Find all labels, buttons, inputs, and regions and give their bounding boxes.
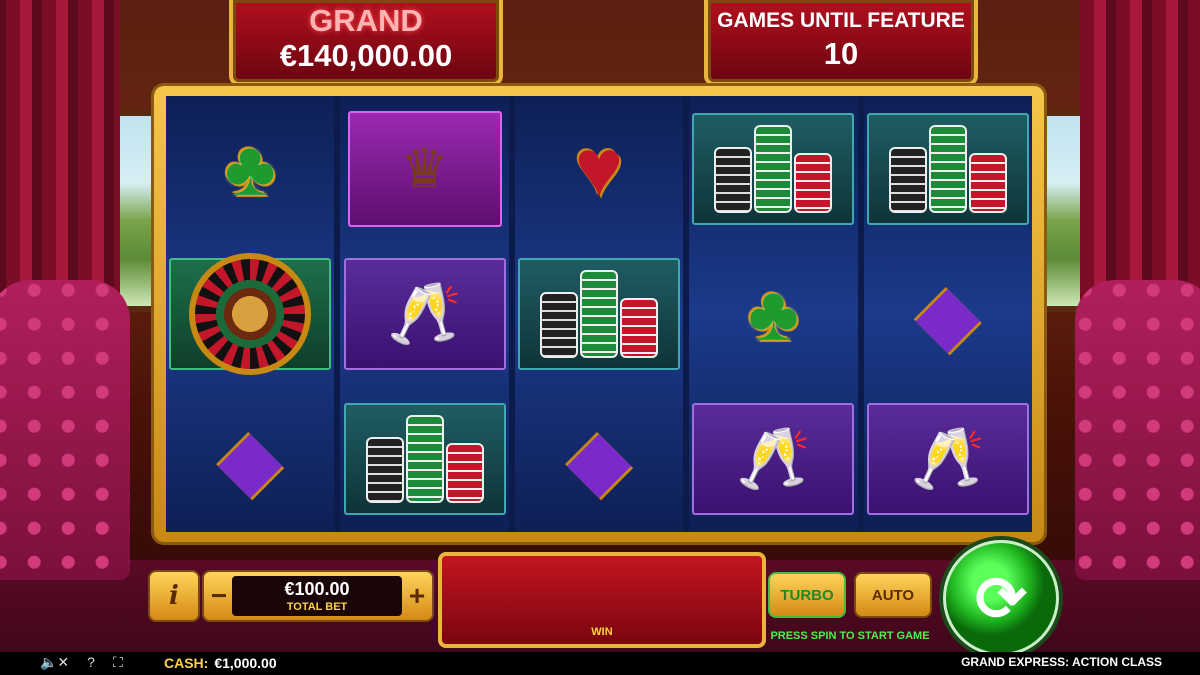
- reel-cell: ◆: [166, 386, 334, 531]
- club-symbol: ♣: [747, 269, 800, 357]
- diamond-symbol: ◆: [566, 411, 632, 506]
- info-button[interactable]: i: [148, 570, 200, 622]
- reel-cell: ♣: [689, 241, 857, 386]
- win-display: WIN: [438, 552, 766, 648]
- lady-symbol: ♛: [347, 110, 502, 227]
- reel-cell: 🥂: [864, 386, 1032, 531]
- reel: ◆ 🥂: [863, 96, 1033, 532]
- chips-symbol: [692, 112, 855, 225]
- game-title: GRAND EXPRESS: ACTION CLASS: [961, 655, 1162, 669]
- control-bar: i − €100.00 TOTAL BET + WIN TURBO AUTO: [148, 552, 932, 648]
- reel-cell: ♥: [515, 96, 683, 241]
- win-label: WIN: [591, 626, 613, 638]
- champagne-symbol: 🥂: [343, 257, 506, 370]
- reel-cell: 🥂: [689, 386, 857, 531]
- turbo-button[interactable]: TURBO: [768, 572, 846, 618]
- total-bet-label: TOTAL BET: [286, 601, 348, 613]
- champagne-symbol: 🥂: [866, 402, 1029, 515]
- help-icon[interactable]: ?: [87, 654, 95, 671]
- reel: ♣ 🥂: [689, 96, 858, 532]
- bet-decrease-button[interactable]: −: [206, 578, 232, 614]
- game-background: GRAND €140,000.00 GAMES UNTIL FEATURE 10…: [0, 0, 1200, 675]
- bet-increase-button[interactable]: +: [404, 578, 430, 614]
- roulette-symbol: [169, 252, 332, 375]
- bet-selector: − €100.00 TOTAL BET +: [202, 570, 434, 622]
- fullscreen-icon[interactable]: ⛶: [113, 654, 123, 671]
- auto-button[interactable]: AUTO: [854, 572, 932, 618]
- reel-cell: [515, 241, 683, 386]
- status-icons: 🔈✕ ? ⛶: [40, 654, 123, 671]
- status-bar: 🔈✕ ? ⛶ CASH: €1,000.00 GRAND EXPRESS: ACT…: [0, 652, 1200, 675]
- reel-cell: ◆: [515, 386, 683, 531]
- reel-cell: [166, 241, 334, 386]
- reel-cell: 🥂: [340, 241, 508, 386]
- club-symbol: ♣: [224, 124, 276, 212]
- cash-label: CASH:: [164, 655, 209, 671]
- seat-left: [0, 280, 130, 580]
- grand-jackpot-amount: €140,000.00: [279, 38, 453, 73]
- spin-prompt: PRESS SPIN TO START GAME: [770, 630, 930, 642]
- heart-symbol: ♥: [574, 122, 624, 214]
- reel: ♣ ◆: [166, 96, 335, 532]
- reel-cell: ♣: [166, 96, 334, 241]
- chips-symbol: [518, 257, 681, 370]
- refresh-icon: ⟳: [975, 564, 1027, 634]
- reel-cell: [340, 386, 508, 531]
- diamond-symbol: ◆: [915, 266, 981, 361]
- bet-display: €100.00 TOTAL BET: [232, 576, 402, 616]
- reel-cell: ◆: [864, 241, 1032, 386]
- grand-jackpot-label: GRAND: [309, 3, 423, 38]
- champagne-symbol: 🥂: [692, 402, 855, 515]
- grand-jackpot-panel: GRAND €140,000.00: [229, 0, 503, 86]
- reel: ♛ 🥂: [340, 96, 509, 532]
- mute-icon[interactable]: 🔈✕: [40, 654, 69, 671]
- reel: ♥ ◆: [514, 96, 684, 532]
- diamond-symbol: ◆: [217, 411, 283, 506]
- cash-value: €1,000.00: [214, 655, 277, 671]
- reel-cell: [864, 96, 1032, 241]
- chips-symbol: [866, 112, 1029, 225]
- chips-symbol: [343, 402, 506, 515]
- total-bet-value: €100.00: [284, 579, 350, 599]
- feature-counter-label: GAMES UNTIL FEATURE: [717, 9, 965, 32]
- seat-right: [1075, 280, 1200, 580]
- cash-display: CASH: €1,000.00: [164, 655, 277, 671]
- feature-counter-value: 10: [823, 36, 859, 71]
- reel-cell: ♛: [340, 96, 508, 241]
- feature-counter-panel: GAMES UNTIL FEATURE 10: [704, 0, 978, 86]
- spin-button[interactable]: ⟳: [943, 540, 1059, 656]
- reels-grid: ♣ ◆ ♛ 🥂 ♥ ◆ ♣ 🥂 ◆ 🥂: [166, 96, 1033, 532]
- reel-cell: [689, 96, 857, 241]
- reels-frame: ♣ ◆ ♛ 🥂 ♥ ◆ ♣ 🥂 ◆ 🥂: [154, 86, 1044, 542]
